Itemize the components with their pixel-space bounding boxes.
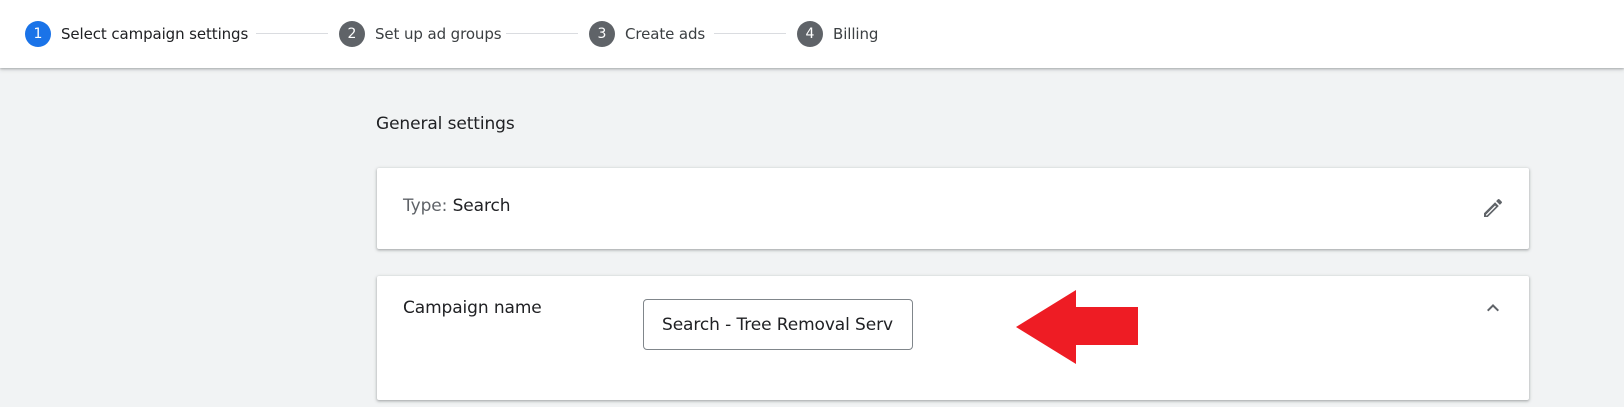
pencil-icon	[1484, 198, 1503, 217]
step-number-badge: 1	[25, 21, 51, 47]
campaign-name-input[interactable]	[643, 299, 913, 350]
campaign-name-card: Campaign name	[377, 276, 1529, 400]
step-billing[interactable]: 4 Billing	[797, 21, 878, 47]
step-select-campaign-settings[interactable]: 1 Select campaign settings	[25, 21, 248, 47]
step-connector	[506, 33, 578, 34]
step-label: Create ads	[625, 25, 706, 43]
campaign-type-summary: Type: Search	[403, 196, 511, 216]
step-connector	[714, 33, 786, 34]
chevron-up-icon	[1487, 304, 1499, 312]
step-connector	[256, 33, 328, 34]
edit-campaign-type-button[interactable]	[1479, 194, 1507, 222]
step-label: Select campaign settings	[61, 25, 249, 43]
collapse-section-button[interactable]	[1479, 294, 1507, 322]
red-arrow-left-icon	[1016, 290, 1138, 364]
campaign-type-key: Type:	[403, 196, 448, 216]
section-title: General settings	[376, 114, 515, 134]
campaign-type-value: Search	[452, 196, 511, 216]
step-set-up-ad-groups[interactable]: 2 Set up ad groups	[339, 21, 502, 47]
step-number-badge: 2	[339, 21, 365, 47]
step-number-badge: 4	[797, 21, 823, 47]
campaign-name-label: Campaign name	[403, 298, 542, 318]
campaign-stepper: 1 Select campaign settings 2 Set up ad g…	[0, 0, 1624, 68]
step-label: Billing	[833, 25, 879, 43]
step-label: Set up ad groups	[375, 25, 502, 43]
step-number-badge: 3	[589, 21, 615, 47]
campaign-type-card: Type: Search	[377, 168, 1529, 249]
step-create-ads[interactable]: 3 Create ads	[589, 21, 705, 47]
